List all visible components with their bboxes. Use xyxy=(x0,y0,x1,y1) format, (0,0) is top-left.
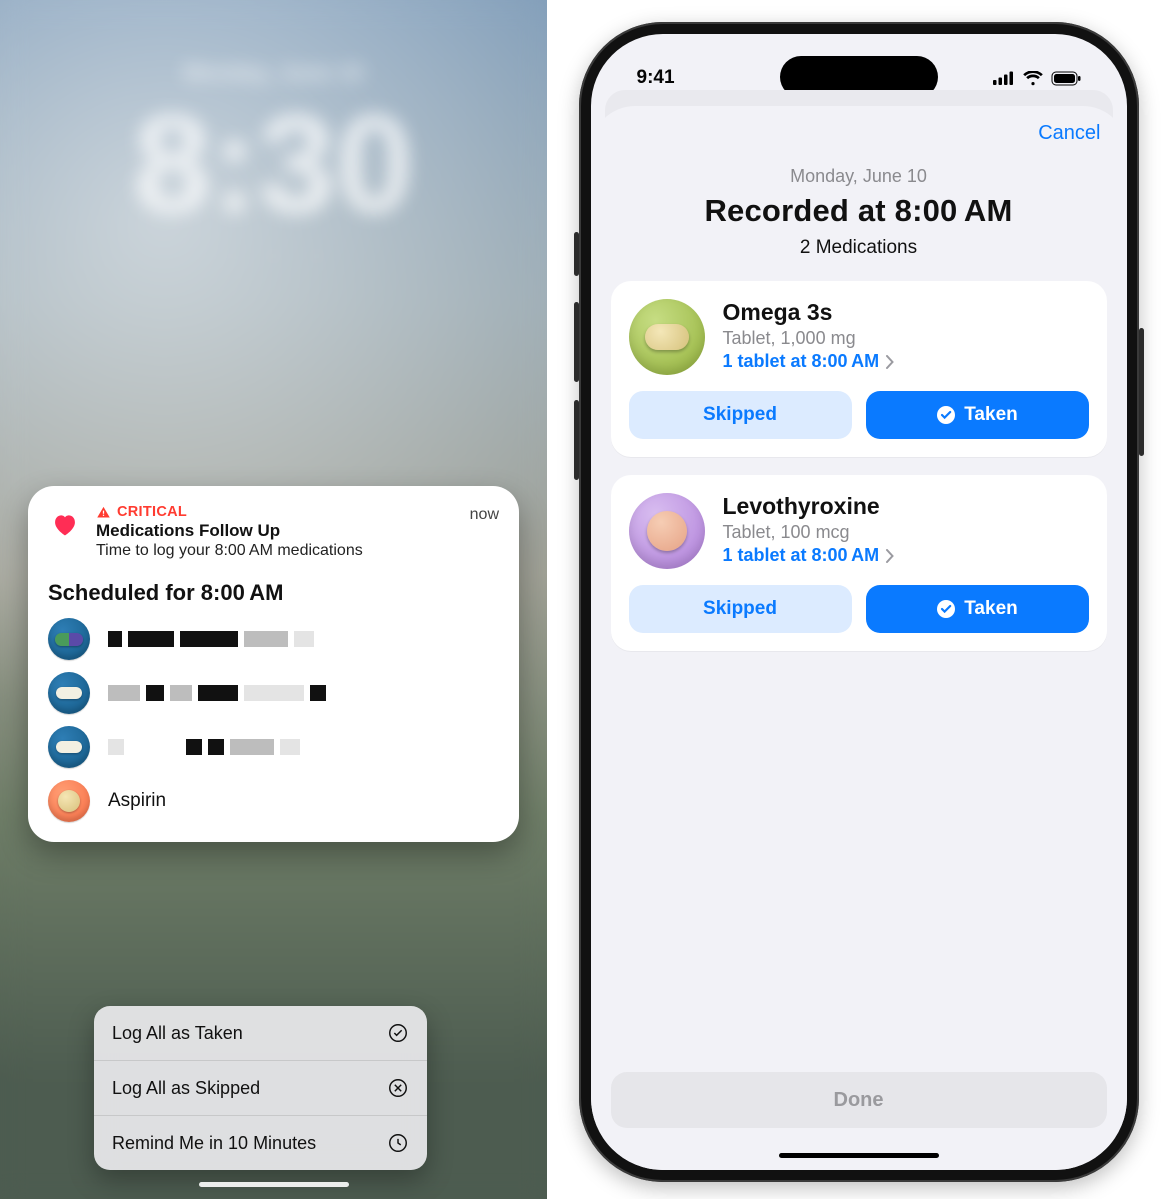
redacted-text xyxy=(108,631,314,647)
screen: 9:41 Cancel Monday, June 10 Recorded at … xyxy=(591,34,1127,1170)
redacted-text xyxy=(108,685,326,701)
lockscreen-clock: Monday, June 10 8:30 ••• xyxy=(0,60,547,265)
done-button[interactable]: Done xyxy=(611,1072,1107,1128)
side-button xyxy=(574,400,579,480)
medication-name: Omega 3s xyxy=(723,299,896,326)
home-indicator[interactable] xyxy=(779,1153,939,1158)
side-button xyxy=(574,232,579,276)
battery-icon xyxy=(1051,71,1081,86)
header-date: Monday, June 10 xyxy=(611,166,1107,187)
checkmark-circle-icon xyxy=(936,405,956,425)
clock-icon xyxy=(387,1132,409,1154)
taken-button[interactable]: Taken xyxy=(866,391,1089,439)
medication-card: Levothyroxine Tablet, 100 mcg 1 tablet a… xyxy=(611,475,1107,651)
med-label: Aspirin xyxy=(108,790,166,812)
pill-icon xyxy=(48,726,90,768)
sheet-header: Monday, June 10 Recorded at 8:00 AM 2 Me… xyxy=(611,166,1107,259)
status-time: 9:41 xyxy=(637,67,675,89)
side-button xyxy=(574,302,579,382)
cellular-icon xyxy=(993,71,1015,85)
scheduled-heading: Scheduled for 8:00 AM xyxy=(48,580,499,606)
notification-time: now xyxy=(470,506,499,524)
skipped-button[interactable]: Skipped xyxy=(629,585,852,633)
medication-card: Omega 3s Tablet, 1,000 mg 1 tablet at 8:… xyxy=(611,281,1107,457)
cancel-button[interactable]: Cancel xyxy=(1038,122,1100,145)
medication-dose-link[interactable]: 1 tablet at 8:00 AM xyxy=(723,545,896,566)
chevron-right-icon xyxy=(885,549,895,563)
medication-icon xyxy=(629,493,705,569)
home-indicator[interactable] xyxy=(199,1182,349,1187)
redacted-text xyxy=(108,739,300,755)
remind-later-button[interactable]: Remind Me in 10 Minutes xyxy=(94,1115,427,1170)
notification-actions: Log All as Taken Log All as Skipped Remi… xyxy=(94,1006,427,1170)
log-medications-sheet: Cancel Monday, June 10 Recorded at 8:00 … xyxy=(591,106,1127,1170)
side-button xyxy=(1139,328,1144,456)
scheduled-med-row xyxy=(48,672,499,714)
medication-desc: Tablet, 100 mcg xyxy=(723,522,896,543)
medication-dose-link[interactable]: 1 tablet at 8:00 AM xyxy=(723,351,896,372)
header-subtitle: 2 Medications xyxy=(611,237,1107,259)
skipped-button[interactable]: Skipped xyxy=(629,391,852,439)
medication-name: Levothyroxine xyxy=(723,493,896,520)
health-app-icon xyxy=(48,508,82,542)
wifi-icon xyxy=(1023,71,1043,86)
chevron-right-icon xyxy=(885,355,895,369)
lockscreen-time: 8:30 xyxy=(0,94,547,234)
notification-title: Medications Follow Up xyxy=(96,521,499,541)
log-all-taken-button[interactable]: Log All as Taken xyxy=(94,1006,427,1060)
scheduled-med-row xyxy=(48,726,499,768)
check-circle-icon xyxy=(387,1022,409,1044)
critical-badge: CRITICAL xyxy=(96,504,499,520)
x-circle-icon xyxy=(387,1077,409,1099)
scheduled-med-row: Aspirin xyxy=(48,780,499,822)
lockscreen-panel: Monday, June 10 8:30 ••• CRITICAL Medica… xyxy=(0,0,547,1199)
scheduled-med-row xyxy=(48,618,499,660)
pill-icon xyxy=(48,672,90,714)
header-title: Recorded at 8:00 AM xyxy=(611,193,1107,229)
phone-panel: 9:41 Cancel Monday, June 10 Recorded at … xyxy=(547,0,1170,1199)
checkmark-circle-icon xyxy=(936,599,956,619)
lockscreen-date: Monday, June 10 xyxy=(0,60,547,86)
medication-icon xyxy=(629,299,705,375)
device-frame: 9:41 Cancel Monday, June 10 Recorded at … xyxy=(579,22,1139,1182)
notification-body: Time to log your 8:00 AM medications xyxy=(96,542,499,560)
taken-button[interactable]: Taken xyxy=(866,585,1089,633)
capsule-icon xyxy=(48,618,90,660)
log-all-skipped-button[interactable]: Log All as Skipped xyxy=(94,1060,427,1115)
medication-desc: Tablet, 1,000 mg xyxy=(723,328,896,349)
medication-notification[interactable]: CRITICAL Medications Follow Up Time to l… xyxy=(28,486,519,842)
tablet-icon xyxy=(48,780,90,822)
